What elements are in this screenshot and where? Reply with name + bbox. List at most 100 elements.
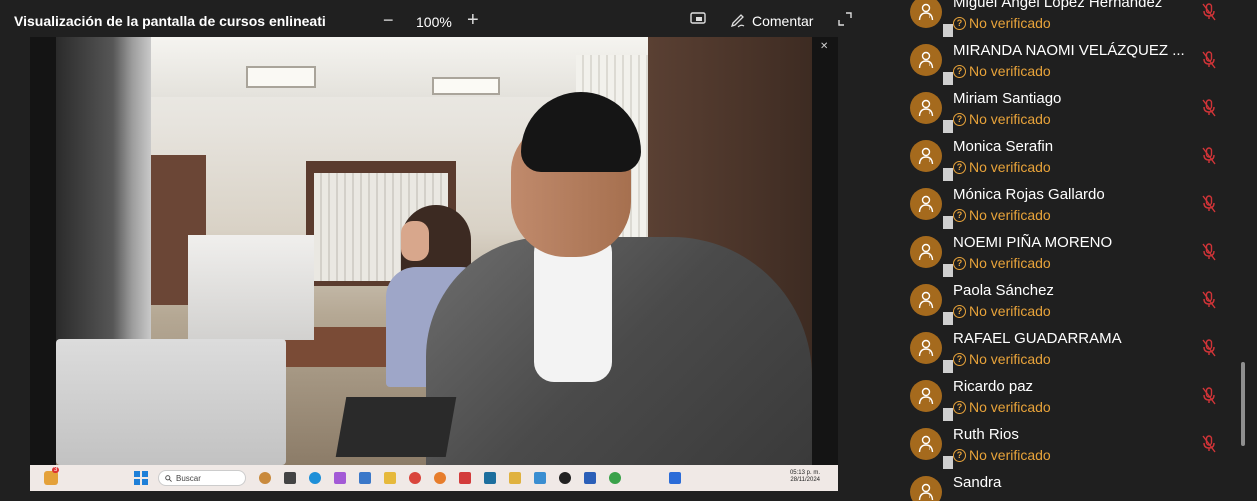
participant-row[interactable]: ? Mónica Rojas Gallardo? No verificado [898,182,1240,231]
participant-row[interactable]: ? Miguel Ángel Lopez Hernández ? No verific… [898,0,1240,39]
question-icon: ? [953,304,966,318]
participant-status: ? No verificado [953,63,1051,79]
avatar: ? [910,188,955,231]
participant-name: NOEMI PIÑA MORENO [953,234,1113,251]
avatar: ? [910,332,955,375]
participant-row[interactable]: ? Ricardo paz? No verificado [898,374,1240,423]
participants-scrollbar[interactable] [1241,362,1245,446]
zoom-out-button[interactable]: − [383,10,394,31]
mic-muted-icon[interactable] [1202,339,1216,357]
participant-status: ? No verificado [953,303,1051,319]
chrome-icon [409,472,421,484]
taskbar-date: 28/11/2024 [790,477,820,483]
question-icon: ? [953,256,966,270]
taskbar-app-icon [284,472,296,484]
mic-muted-icon[interactable] [1202,435,1216,453]
pop-out-icon[interactable] [690,12,708,28]
participant-name: Paola Sánchez [953,282,1054,299]
svg-text:?: ? [928,493,931,500]
person-icon: ? [918,339,934,357]
mic-muted-icon[interactable] [1202,3,1216,21]
question-icon: ? [953,160,966,174]
question-icon: ? [953,64,966,78]
store-icon [359,472,371,484]
question-icon: ? [953,112,966,126]
svg-text:?: ? [928,349,931,356]
notification-badge: 3 [52,467,60,473]
participant-name: Monica Serafin [953,138,1054,155]
participant-name: Sandra [953,474,1002,491]
microphone-icon [669,472,681,484]
participant-row[interactable]: ? RAFAEL GUADARRAMA? No verificado [898,326,1240,375]
screen-share-title: Visualización de la pantalla de cursos e… [14,13,326,29]
taskbar-time: 05:13 p. m. [789,470,820,476]
participant-status: ? No verificado [953,15,1051,31]
participant-status-label: No verificado [969,351,1051,367]
participant-row[interactable]: ? Monica Serafin? No verificado [898,134,1240,183]
copilot-icon [334,472,346,484]
participant-status: ? No verificado [953,399,1051,415]
windows-start-icon [134,471,148,485]
word-icon [584,472,596,484]
avatar: ? [910,140,955,183]
media-player-icon [559,472,571,484]
participants-list: ? Miguel Ángel Lopez Hernández? No verific… [898,0,1240,501]
participant-row[interactable]: ? NOEMI PIÑA MORENO ? No verificado [898,230,1240,279]
question-icon: ? [953,400,966,414]
pen-icon [730,14,745,28]
mic-muted-icon[interactable] [1202,243,1216,261]
taskbar-app-icon [459,472,471,484]
edge-icon [309,472,321,484]
person-icon: ? [918,435,934,453]
weather-icon [44,471,58,485]
person-icon: ? [918,243,934,261]
participant-name: MIRANDA NAOMI VELÁZQUEZ ... [953,42,1185,59]
participant-status-label: No verificado [969,303,1051,319]
mic-muted-icon[interactable] [1202,387,1216,405]
person-icon: ? [918,147,934,165]
participant-status: ? No verificado [953,111,1051,127]
svg-text:?: ? [928,301,931,308]
mic-muted-icon[interactable] [1202,291,1216,309]
participant-status: ? No verificado [953,351,1051,367]
participant-row[interactable]: ? Miriam Santiago? No verificado [898,86,1240,135]
mic-muted-icon[interactable] [1202,147,1216,165]
avatar: ? [910,0,955,39]
folder-icon [384,472,396,484]
comment-button[interactable]: Comentar [730,10,813,32]
avatar: ? [910,476,942,501]
fullscreen-icon[interactable] [838,12,856,28]
person-icon: ? [918,291,934,309]
participant-status-label: No verificado [969,447,1051,463]
participant-name: RAFAEL GUADARRAMA [953,330,1122,347]
participant-status: ? No verificado [953,255,1051,271]
svg-text:?: ? [928,13,931,20]
svg-text:?: ? [928,397,931,404]
participant-row[interactable]: ? Sandra [898,470,1240,501]
zoom-in-button[interactable]: + [467,9,479,32]
participant-status-label: No verificado [969,63,1051,79]
taskbar-app-icon [509,472,521,484]
avatar: ? [910,380,955,423]
taskbar-search: Buscar [158,470,246,486]
participant-status-label: No verificado [969,207,1051,223]
mic-muted-icon[interactable] [1202,99,1216,117]
person-icon: ? [918,483,934,501]
screen-share-toolbar: Visualización de la pantalla de cursos e… [0,0,860,40]
avatar: ? [910,428,955,471]
video-close-button[interactable]: ✕ [820,41,828,52]
participant-row[interactable]: ? Ruth Rios? No verificado [898,422,1240,471]
question-icon: ? [953,448,966,462]
svg-text:?: ? [928,157,931,164]
video-frame [56,37,812,465]
mic-muted-icon[interactable] [1202,195,1216,213]
firefox-icon [434,472,446,484]
mic-muted-icon[interactable] [1202,51,1216,69]
question-icon: ? [953,352,966,366]
participant-row[interactable]: ? MIRANDA NAOMI VELÁZQUEZ ... ? No verifica… [898,38,1240,87]
participant-status-label: No verificado [969,159,1051,175]
taskbar-clock: 05:13 p. m. 28/11/2024 [790,470,820,484]
participant-name: Miguel Ángel Lopez Hernández [953,0,1163,11]
participant-row[interactable]: ? Paola Sánchez? No verificado [898,278,1240,327]
svg-text:?: ? [928,445,931,452]
